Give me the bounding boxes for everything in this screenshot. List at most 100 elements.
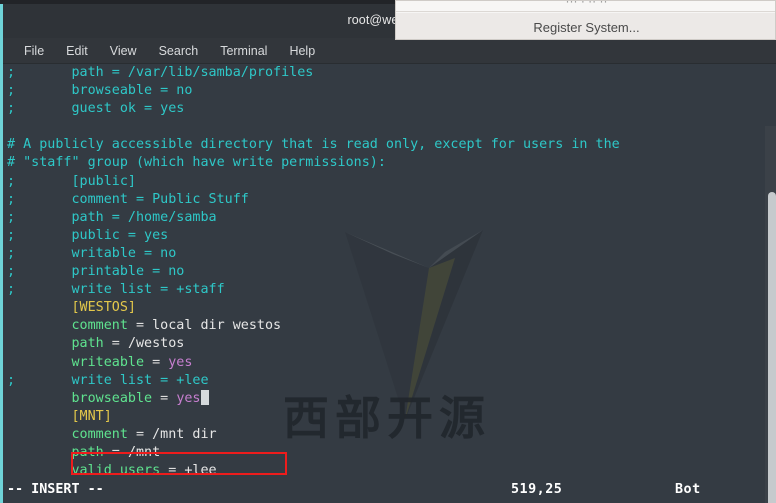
vim-token: =	[144, 354, 169, 370]
vim-line: comment = /mnt dir	[7, 426, 765, 444]
vim-line: ; path = /var/lib/samba/profiles	[7, 64, 765, 82]
vim-token: [public]	[71, 173, 137, 189]
vim-status-line: -- INSERT -- 519,25 Bot	[3, 479, 776, 503]
vim-token: yes	[176, 390, 201, 406]
vim-line: # "staff" group (which have write permis…	[7, 154, 765, 172]
vim-token: writable = no	[71, 245, 177, 261]
menu-terminal[interactable]: Terminal	[209, 42, 278, 60]
vim-token: # "staff" group (which have write permis…	[7, 155, 386, 171]
screen-root: root@westoslin File Edit View Search Ter…	[0, 0, 776, 503]
vim-comment-prefix: ;	[7, 227, 16, 243]
vim-token: yes	[168, 354, 193, 370]
vim-line: ; public = yes	[7, 227, 765, 245]
menu-search[interactable]: Search	[148, 42, 210, 60]
vim-token: /mnt dir	[152, 426, 217, 442]
vim-token: path	[71, 336, 104, 352]
vim-comment-prefix: ;	[7, 245, 16, 261]
vim-line: browseable = yes	[7, 389, 765, 408]
menu-view[interactable]: View	[99, 42, 148, 60]
vim-token: comment	[71, 318, 128, 334]
vim-token: =	[103, 336, 128, 352]
vim-comment-prefix: ;	[7, 264, 16, 280]
vim-token: # A publicly accessible directory that i…	[7, 137, 620, 153]
vim-comment-prefix: ;	[7, 282, 16, 298]
vim-token: path = /home/samba	[71, 209, 217, 225]
vim-line: # A publicly accessible directory that i…	[7, 136, 765, 154]
vim-token: =	[127, 318, 153, 334]
dialog-top-sliver: ··· · ·· ··	[396, 1, 775, 12]
vim-token: /mnt	[127, 444, 161, 460]
vim-indent	[15, 65, 71, 80]
vim-text-pane[interactable]: ; path = /var/lib/samba/profiles; browse…	[3, 64, 765, 478]
vim-token: =	[152, 390, 177, 406]
desktop-background-band	[0, 0, 395, 4]
vim-line: path = /mnt	[7, 444, 765, 462]
vim-token: browseable	[71, 390, 153, 406]
vim-token: =	[127, 426, 153, 442]
vim-token: path = /var/lib/samba/profiles	[71, 65, 314, 80]
vim-indent	[7, 300, 72, 315]
vim-token: =	[103, 444, 128, 460]
vim-token: path	[71, 444, 104, 460]
vim-token: /westos	[127, 336, 185, 352]
vim-token: local dir westos	[152, 318, 282, 334]
dialog-title: Register System...	[533, 19, 640, 35]
vim-scroll-location: Bot	[675, 482, 701, 497]
vim-indent	[15, 264, 71, 279]
vim-token: comment = Public Stuff	[71, 191, 249, 207]
vim-line: ; path = /home/samba	[7, 209, 765, 227]
vim-indent	[15, 282, 71, 297]
vim-indent	[15, 373, 71, 388]
vim-token: printable = no	[71, 264, 185, 280]
vim-token: browseable = no	[71, 83, 193, 99]
vim-indent	[15, 174, 71, 189]
vim-indent	[7, 427, 72, 442]
vim-line: valid users = +lee	[7, 462, 765, 480]
vim-indent	[7, 409, 72, 424]
vim-line: ; [public]	[7, 173, 765, 191]
vim-indent	[15, 101, 71, 116]
vim-line: [WESTOS]	[7, 299, 765, 317]
terminal-body[interactable]: 西部开源 ; path = /var/lib/samba/profiles; b…	[3, 64, 776, 503]
dialog-header: Register System...	[396, 13, 775, 39]
vim-cursor	[200, 389, 209, 405]
terminal-window: root@westoslin File Edit View Search Ter…	[0, 2, 776, 503]
vim-indent	[7, 445, 72, 460]
vim-indent	[15, 192, 71, 207]
vim-comment-prefix: ;	[7, 65, 16, 80]
vim-line: ; writable = no	[7, 245, 765, 263]
menu-edit[interactable]: Edit	[55, 42, 99, 60]
vim-line: ; write list = +staff	[7, 281, 765, 299]
vim-line: path = /westos	[7, 335, 765, 353]
vim-indent	[7, 355, 72, 370]
vim-comment-prefix: ;	[7, 372, 16, 388]
register-system-dialog[interactable]: ··· · ·· ·· Register System...	[395, 0, 776, 40]
vim-token: valid users	[71, 463, 161, 479]
menu-file[interactable]: File	[13, 42, 55, 60]
vim-token: [MNT]	[71, 408, 112, 424]
vim-token: [WESTOS]	[71, 300, 137, 316]
vim-token: guest ok = yes	[71, 101, 185, 117]
menu-help[interactable]: Help	[278, 42, 326, 60]
vim-line: comment = local dir westos	[7, 317, 765, 335]
vim-cursor-position: 519,25	[511, 482, 563, 497]
vim-indent	[7, 336, 72, 351]
vim-indent	[15, 83, 71, 98]
vim-line: ; comment = Public Stuff	[7, 191, 765, 209]
vim-token: comment	[71, 426, 128, 442]
vim-indent	[7, 463, 72, 478]
vim-line: ; write list = +lee	[7, 372, 765, 390]
vim-token: write list = +staff	[71, 282, 225, 298]
vim-token: public = yes	[71, 227, 169, 243]
vim-token: writeable	[71, 354, 145, 370]
vim-line	[7, 118, 765, 136]
vim-comment-prefix: ;	[7, 101, 16, 117]
terminal-scrollbar-thumb[interactable]	[768, 192, 776, 503]
vim-comment-prefix: ;	[7, 83, 16, 99]
vim-line: [MNT]	[7, 408, 765, 426]
terminal-scrollbar-track[interactable]	[765, 126, 776, 503]
vim-token: =	[160, 463, 185, 479]
vim-line: ; printable = no	[7, 263, 765, 281]
vim-indent	[15, 210, 71, 225]
vim-token: +lee	[184, 463, 217, 479]
